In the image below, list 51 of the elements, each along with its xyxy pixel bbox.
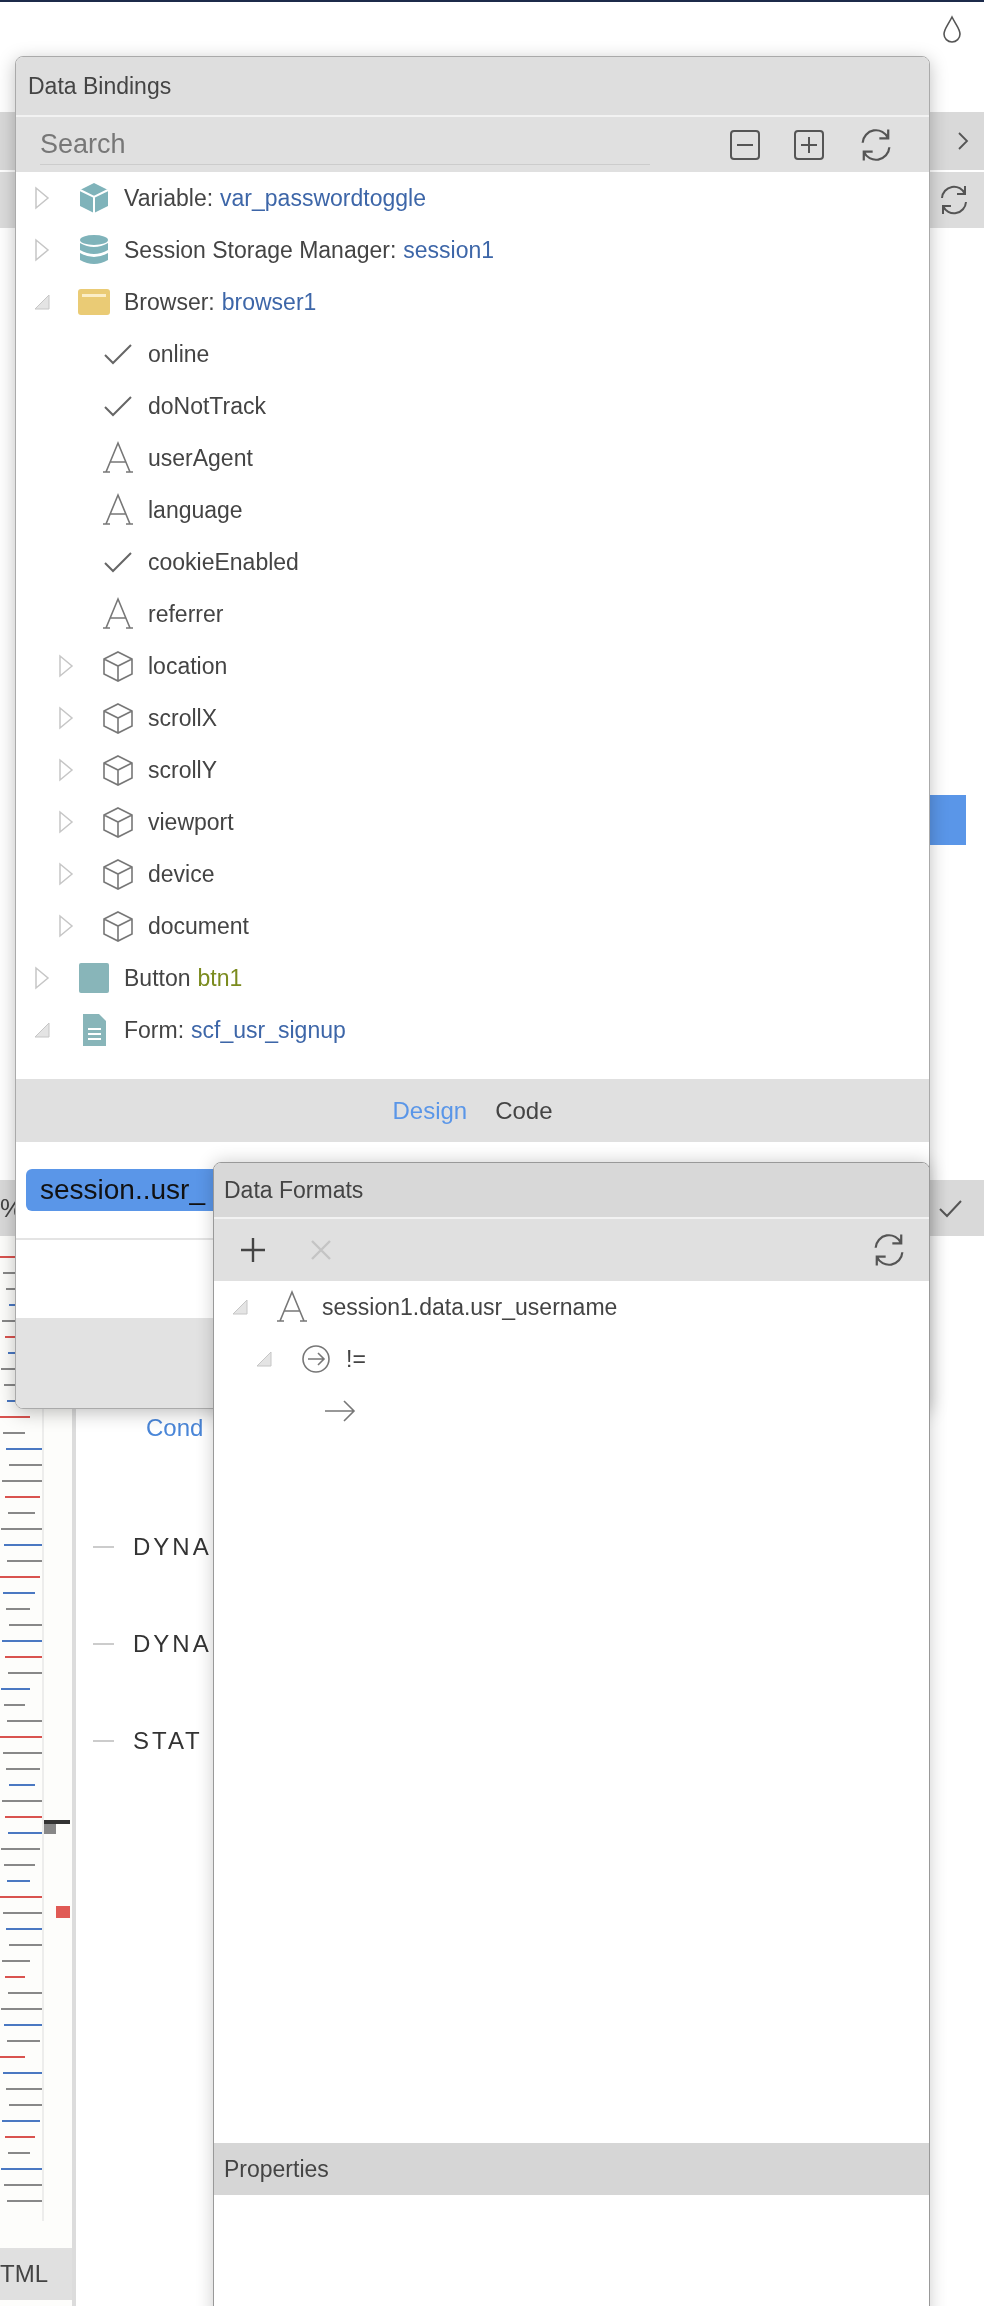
letter-a-icon bbox=[274, 1289, 310, 1325]
cube-outline-icon bbox=[100, 700, 136, 736]
tree-item-label[interactable]: Variable: bbox=[124, 184, 214, 212]
drop-icon[interactable] bbox=[942, 15, 962, 43]
link[interactable]: Cond bbox=[146, 1414, 204, 1442]
tree-item-value[interactable]: scf_usr_signup bbox=[191, 1016, 346, 1044]
search-bar[interactable]: Search bbox=[16, 117, 929, 172]
tree-item-label[interactable]: session1.data.usr_username bbox=[322, 1293, 618, 1321]
section-title[interactable]: DYNA bbox=[133, 1629, 212, 1658]
section-title[interactable]: DYNA bbox=[133, 1532, 212, 1561]
plus-icon[interactable] bbox=[238, 1235, 268, 1265]
cube-outline-icon bbox=[100, 752, 136, 788]
tree-item-label[interactable]: != bbox=[346, 1345, 366, 1373]
selection-bar bbox=[930, 795, 966, 845]
tree-item-label[interactable]: scrollY bbox=[148, 756, 217, 784]
chevron-right-icon[interactable] bbox=[956, 130, 970, 152]
tree-item-value[interactable]: var_passwordtoggle bbox=[220, 184, 426, 212]
tab[interactable]: Code bbox=[495, 1096, 553, 1125]
tree-item-label[interactable]: cookieEnabled bbox=[148, 548, 299, 576]
tree-item-value[interactable]: browser1 bbox=[221, 288, 317, 316]
square-icon bbox=[76, 960, 112, 996]
bottom-tab[interactable]: TML bbox=[0, 2248, 72, 2300]
tree-item-label[interactable]: Session Storage Manager: bbox=[124, 236, 397, 264]
tree-item-label[interactable]: device bbox=[148, 860, 215, 888]
tree-item-label[interactable]: online bbox=[148, 340, 210, 368]
tree-item-value[interactable]: btn1 bbox=[197, 964, 243, 992]
tree-item-label[interactable]: location bbox=[148, 652, 228, 680]
tree-item-label[interactable]: document bbox=[148, 912, 249, 940]
panel-title: Data Formats bbox=[214, 1163, 929, 1219]
letter-a-icon bbox=[100, 440, 136, 476]
tree-item-label[interactable]: scrollX bbox=[148, 704, 217, 732]
section-header: Properties bbox=[214, 2143, 929, 2195]
tree-item-label[interactable]: Browser: bbox=[124, 288, 215, 316]
letter-a-icon bbox=[100, 596, 136, 632]
cube-outline-icon bbox=[100, 648, 136, 684]
letter-a-icon bbox=[100, 492, 136, 528]
cube-outline-icon bbox=[100, 804, 136, 840]
panel-title: Data Bindings bbox=[16, 57, 929, 117]
tree-item-label[interactable]: doNotTrack bbox=[148, 392, 267, 420]
cube-outline-icon bbox=[100, 908, 136, 944]
tree-item-label[interactable]: Button bbox=[124, 964, 191, 992]
tree-item-label[interactable]: userAgent bbox=[148, 444, 253, 472]
tree-item-label[interactable]: Form: bbox=[124, 1016, 185, 1044]
tree-item-label[interactable]: referrer bbox=[148, 600, 224, 628]
tree-item-value[interactable]: session1 bbox=[403, 236, 495, 264]
tree-item-label[interactable]: language bbox=[148, 496, 243, 524]
section-title[interactable]: STAT bbox=[133, 1726, 203, 1755]
tree-item-label[interactable]: viewport bbox=[148, 808, 234, 836]
collapse-all-icon[interactable] bbox=[728, 127, 762, 162]
cube-outline-icon bbox=[100, 856, 136, 892]
expand-all-icon[interactable] bbox=[792, 127, 826, 162]
